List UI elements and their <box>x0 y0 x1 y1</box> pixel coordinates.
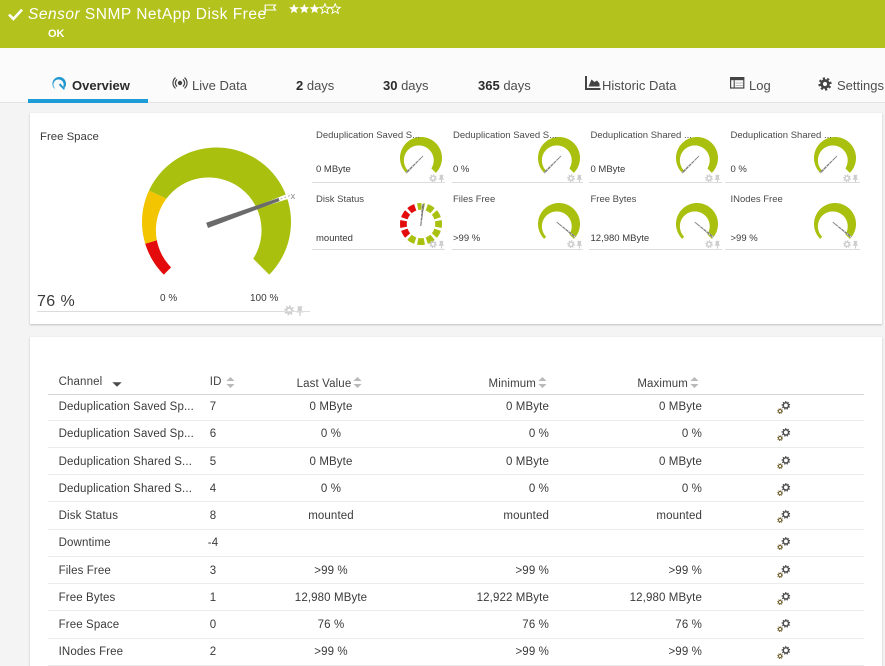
svg-text:x: x <box>291 191 296 202</box>
